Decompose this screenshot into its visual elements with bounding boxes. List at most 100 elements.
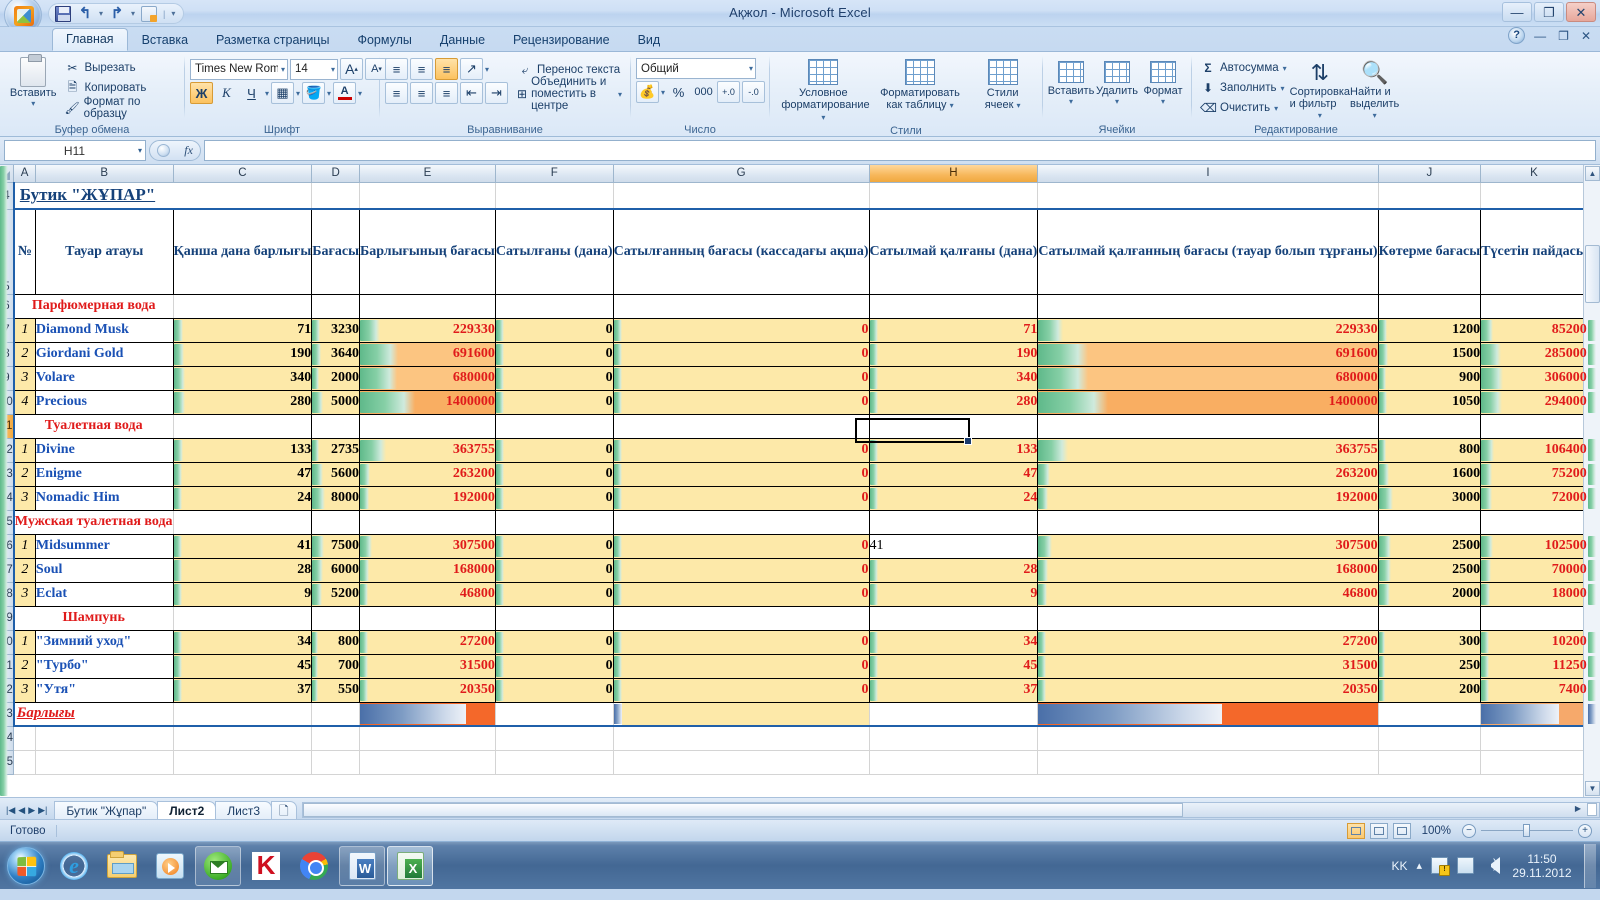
insert-cells-button[interactable]: Вставить ▾ bbox=[1048, 59, 1094, 106]
sort-filter-dropdown-icon[interactable]: ▾ bbox=[1318, 110, 1322, 122]
cell-quantity[interactable]: 28 bbox=[173, 558, 313, 583]
cell-expected-profit[interactable]: 11250 bbox=[1480, 654, 1588, 679]
italic-button[interactable]: К bbox=[215, 82, 238, 104]
cell-left-value[interactable]: 1400000 bbox=[1037, 390, 1379, 415]
cell-left-qty[interactable]: 190 bbox=[869, 342, 1039, 367]
sheet-tab-list3[interactable]: Лист3 bbox=[215, 801, 272, 819]
cell-product-name[interactable]: Midsummer bbox=[35, 534, 174, 559]
cell-left-qty[interactable]: 45 bbox=[869, 654, 1039, 679]
cell-total[interactable]: 1400000 bbox=[359, 390, 496, 415]
cell-price[interactable]: 6000 bbox=[311, 558, 361, 583]
cell-index[interactable]: 2 bbox=[12, 462, 36, 487]
scroll-right-icon[interactable]: ▶ bbox=[1575, 804, 1581, 813]
cell-left-qty[interactable]: 340 bbox=[869, 366, 1039, 391]
cell-sold-qty[interactable]: 0 bbox=[495, 462, 614, 487]
increase-decimal-button[interactable]: +.0 bbox=[717, 81, 741, 103]
zoom-out-button[interactable]: − bbox=[1462, 823, 1476, 838]
totals-sold-value[interactable]: 0 bbox=[613, 702, 870, 727]
cell-left-qty[interactable]: 133 bbox=[869, 438, 1039, 463]
column-header-g[interactable]: G bbox=[613, 165, 870, 183]
cell-sold-qty[interactable]: 0 bbox=[495, 558, 614, 583]
underline-dropdown-icon[interactable]: ▾ bbox=[265, 89, 269, 98]
align-center-button[interactable]: ≡ bbox=[410, 82, 433, 104]
cell-quantity[interactable]: 34 bbox=[173, 630, 313, 655]
cell-total[interactable]: 31500 bbox=[359, 654, 496, 679]
number-format-combo[interactable]: Общий ▾ bbox=[636, 58, 756, 79]
align-left-button[interactable]: ≡ bbox=[385, 82, 408, 104]
horizontal-scroll-thumb[interactable] bbox=[302, 803, 1183, 817]
minimize-button[interactable]: — bbox=[1502, 2, 1532, 22]
taskbar-item-media-player[interactable] bbox=[147, 846, 193, 886]
align-right-button[interactable]: ≡ bbox=[435, 82, 458, 104]
format-cells-button[interactable]: Формат ▾ bbox=[1140, 59, 1186, 106]
cell-product-name[interactable]: Divine bbox=[35, 438, 174, 463]
page-break-view-icon[interactable] bbox=[1392, 822, 1411, 839]
cell-sold-qty[interactable]: 0 bbox=[495, 318, 614, 343]
cell-index[interactable]: 2 bbox=[12, 558, 36, 583]
paste-dropdown-icon[interactable]: ▾ bbox=[31, 99, 35, 108]
cell-quantity[interactable]: 47 bbox=[173, 462, 313, 487]
autosum-dropdown-icon[interactable]: ▾ bbox=[1283, 64, 1287, 73]
formula-input[interactable] bbox=[204, 140, 1596, 161]
cell-total[interactable]: 363755 bbox=[359, 438, 496, 463]
cell-quantity[interactable]: 45 bbox=[173, 654, 313, 679]
taskbar-item-file-explorer[interactable] bbox=[99, 846, 145, 886]
decrease-decimal-button[interactable]: -.0 bbox=[742, 81, 766, 103]
cell-left-value[interactable]: 363755 bbox=[1037, 438, 1379, 463]
prev-sheet-icon[interactable]: ◀ bbox=[18, 805, 25, 816]
comma-style-button[interactable]: 000 bbox=[692, 81, 715, 103]
cell-product-name[interactable]: Nomadic Him bbox=[35, 486, 174, 511]
cell-price[interactable]: 8000 bbox=[311, 486, 361, 511]
cell-total[interactable]: 46800 bbox=[359, 582, 496, 607]
cell-price[interactable]: 550 bbox=[311, 678, 361, 703]
cell-quantity[interactable]: 37 bbox=[173, 678, 313, 703]
first-sheet-icon[interactable]: |◀ bbox=[6, 805, 15, 816]
volume-icon[interactable] bbox=[1483, 856, 1500, 874]
cell-left-qty[interactable]: 28 bbox=[869, 558, 1039, 583]
sort-filter-button[interactable]: ⇅ Сортировка и фильтр ▾ bbox=[1290, 58, 1350, 122]
cell-sold-qty[interactable]: 0 bbox=[495, 390, 614, 415]
tab-page-layout[interactable]: Разметка страницы bbox=[202, 29, 343, 51]
cell-wholesale[interactable]: 1050 bbox=[1378, 390, 1482, 415]
cell-sold-value[interactable]: 0 bbox=[613, 318, 870, 343]
spreadsheet-grid[interactable]: A B C D E F G H I J K L 4 Бутик "ЖҰПАР" … bbox=[0, 165, 1600, 797]
cell-left-qty[interactable]: 24 bbox=[869, 486, 1039, 511]
cell-left-qty[interactable]: 71 bbox=[869, 318, 1039, 343]
cell-sold-qty[interactable]: 0 bbox=[495, 582, 614, 607]
column-header-d[interactable]: D bbox=[311, 165, 361, 183]
bold-button[interactable]: Ж bbox=[190, 82, 213, 104]
cell-left-value[interactable]: 168000 bbox=[1037, 558, 1379, 583]
action-center-flag-icon[interactable] bbox=[1431, 857, 1450, 876]
network-icon[interactable] bbox=[1457, 857, 1474, 874]
last-sheet-icon[interactable]: ▶| bbox=[38, 805, 47, 816]
underline-button[interactable]: Ч bbox=[240, 82, 263, 104]
cell-quantity[interactable]: 9 bbox=[173, 582, 313, 607]
cell-wholesale[interactable]: 2500 bbox=[1378, 534, 1482, 559]
cell-wholesale[interactable]: 1600 bbox=[1378, 462, 1482, 487]
column-header-j[interactable]: J bbox=[1378, 165, 1482, 183]
name-box[interactable]: H11 ▾ bbox=[4, 140, 146, 161]
ribbon-close-button[interactable]: ✕ bbox=[1578, 29, 1594, 43]
font-name-combo[interactable]: Times New Rom ▾ bbox=[190, 58, 288, 80]
cell-sold-value[interactable]: 0 bbox=[613, 678, 870, 703]
expand-formula-bar-icon[interactable] bbox=[157, 144, 171, 157]
cell-quantity[interactable]: 133 bbox=[173, 438, 313, 463]
taskbar-item-chrome[interactable] bbox=[291, 846, 337, 886]
ribbon-restore-button[interactable]: ❐ bbox=[1555, 29, 1572, 43]
tab-home[interactable]: Главная bbox=[52, 28, 128, 51]
insert-sheet-icon[interactable]: 🗋 bbox=[271, 801, 297, 819]
cell-sold-value[interactable]: 0 bbox=[613, 582, 870, 607]
restore-button[interactable]: ❐ bbox=[1534, 2, 1564, 22]
currency-dropdown-icon[interactable]: ▾ bbox=[661, 88, 665, 97]
percent-format-button[interactable]: % bbox=[667, 81, 690, 103]
cell-wholesale[interactable]: 800 bbox=[1378, 438, 1482, 463]
cell-wholesale[interactable]: 1200 bbox=[1378, 318, 1482, 343]
cell-index[interactable]: 1 bbox=[12, 438, 36, 463]
cell-product-name[interactable]: Precious bbox=[35, 390, 174, 415]
page-layout-view-icon[interactable] bbox=[1369, 822, 1388, 839]
totals-left-value[interactable]: 4421235 bbox=[1037, 702, 1379, 727]
cell-sold-qty[interactable]: 0 bbox=[495, 534, 614, 559]
taskbar-item-kaspersky[interactable] bbox=[243, 846, 289, 886]
tab-view[interactable]: Вид bbox=[624, 29, 675, 51]
cell-left-qty[interactable]: 34 bbox=[869, 630, 1039, 655]
